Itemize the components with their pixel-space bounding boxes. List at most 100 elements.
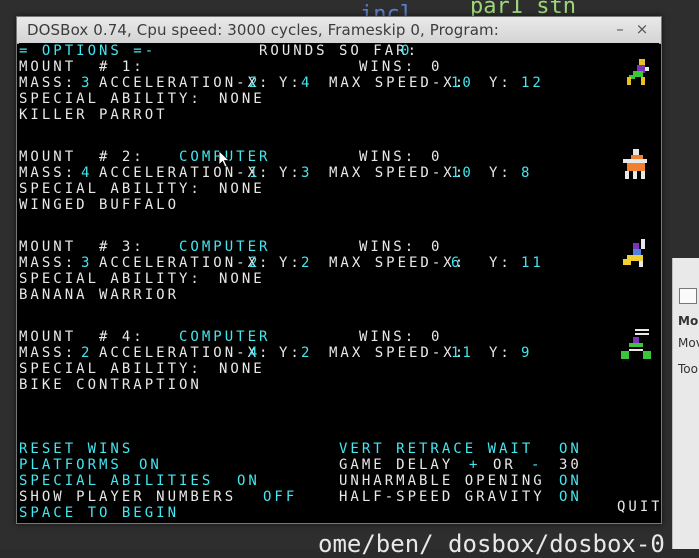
ability-value: NONE bbox=[219, 91, 265, 107]
max-speed-y-label: Y: bbox=[489, 255, 512, 271]
show-numbers-label[interactable]: SHOW PLAYER NUMBERS bbox=[19, 489, 236, 505]
mass-label: MASS: bbox=[19, 255, 77, 271]
special-abilities-label[interactable]: SPECIAL ABILITIES bbox=[19, 473, 213, 489]
ability-label: SPECIAL ABILITY: bbox=[19, 271, 202, 287]
platforms-value[interactable]: ON bbox=[139, 457, 162, 473]
mount-label: MOUNT # 3: bbox=[19, 239, 145, 255]
accel-y-label: Y: bbox=[279, 345, 302, 361]
panel-line-2: Mov bbox=[678, 336, 699, 350]
accel-y-label: Y: bbox=[279, 165, 302, 181]
accel-y-value: 2 bbox=[301, 255, 313, 271]
rounds-label: ROUNDS SO FAR: bbox=[259, 43, 420, 59]
wins-label: WINS: bbox=[359, 329, 417, 345]
max-speed-y-value: 8 bbox=[521, 165, 533, 181]
buffalo-rider-icon[interactable] bbox=[619, 147, 655, 183]
mass-value: 2 bbox=[81, 345, 93, 361]
rounds-value: 0 bbox=[401, 43, 413, 59]
minimize-button[interactable]: – bbox=[611, 20, 629, 38]
show-numbers-value[interactable]: OFF bbox=[263, 489, 297, 505]
banana-rider-icon[interactable] bbox=[619, 237, 655, 273]
dos-screen[interactable]: = OPTIONS =- ROUNDS SO FAR: 0 MOUNT # 1:… bbox=[19, 43, 659, 521]
ability-value: NONE bbox=[219, 271, 265, 287]
vert-retrace-label[interactable]: VERT RETRACE WAIT bbox=[339, 441, 533, 457]
half-speed-gravity-label[interactable]: HALF-SPEED GRAVITY bbox=[339, 489, 545, 505]
accel-x-value: 2 bbox=[249, 255, 261, 271]
mount-name: BANANA WARRIOR bbox=[19, 287, 180, 303]
mouse-cursor-icon bbox=[219, 151, 231, 168]
options-header: = OPTIONS =- bbox=[19, 43, 157, 59]
vert-retrace-value[interactable]: ON bbox=[559, 441, 582, 457]
max-speed-label: MAX SPEED-X: bbox=[329, 75, 467, 91]
max-speed-y-label: Y: bbox=[489, 75, 512, 91]
accel-label: ACCELERATION-X: bbox=[99, 345, 271, 361]
panel-line-3: Too bbox=[678, 362, 698, 376]
max-speed-x-value: 11 bbox=[451, 345, 474, 361]
reset-wins-option[interactable]: RESET WINS bbox=[19, 441, 133, 457]
ability-value: NONE bbox=[219, 181, 265, 197]
special-abilities-value[interactable]: ON bbox=[237, 473, 260, 489]
accel-label: ACCELERATION-X: bbox=[99, 165, 271, 181]
mount-label: MOUNT # 1: bbox=[19, 59, 145, 75]
background-side-panel[interactable]: Mo Mov Too bbox=[672, 258, 699, 549]
accel-y-value: 4 bbox=[301, 75, 313, 91]
unharmable-value[interactable]: ON bbox=[559, 473, 582, 489]
max-speed-label: MAX SPEED-X: bbox=[329, 165, 467, 181]
wins-value: 0 bbox=[431, 329, 443, 345]
game-delay-value: 30 bbox=[559, 457, 582, 473]
unharmable-label[interactable]: UNHARMABLE OPENING bbox=[339, 473, 545, 489]
window-titlebar[interactable]: DOSBox 0.74, Cpu speed: 3000 cycles, Fra… bbox=[17, 17, 661, 44]
ability-label: SPECIAL ABILITY: bbox=[19, 91, 202, 107]
mass-label: MASS: bbox=[19, 75, 77, 91]
space-to-begin[interactable]: SPACE TO BEGIN bbox=[19, 505, 179, 521]
editor-bottom-path-text: ome/ben/ dosbox/dosbox-0 bbox=[318, 530, 665, 558]
mount-controller: COMPUTER bbox=[179, 329, 271, 345]
max-speed-y-value: 12 bbox=[521, 75, 544, 91]
max-speed-x-value: 6 bbox=[451, 255, 463, 271]
mount-label: MOUNT # 4: bbox=[19, 329, 145, 345]
accel-y-label: Y: bbox=[279, 255, 302, 271]
max-speed-x-value: 10 bbox=[451, 165, 474, 181]
mount-name: KILLER PARROT bbox=[19, 107, 168, 123]
max-speed-y-value: 11 bbox=[521, 255, 544, 271]
accel-label: ACCELERATION-X: bbox=[99, 255, 271, 271]
max-speed-x-value: 10 bbox=[451, 75, 474, 91]
accel-y-label: Y: bbox=[279, 75, 302, 91]
quit-option[interactable]: QUIT bbox=[617, 499, 659, 515]
game-delay-plus[interactable]: + bbox=[469, 457, 480, 473]
bike-rider-icon[interactable] bbox=[619, 327, 655, 363]
close-button[interactable]: × bbox=[633, 20, 651, 38]
max-speed-y-value: 9 bbox=[521, 345, 533, 361]
platforms-label[interactable]: PLATFORMS bbox=[19, 457, 122, 473]
wins-label: WINS: bbox=[359, 149, 417, 165]
accel-x-value: 2 bbox=[249, 75, 261, 91]
wins-value: 0 bbox=[431, 149, 443, 165]
parrot-rider-icon[interactable] bbox=[619, 55, 655, 91]
game-delay-or: OR bbox=[493, 457, 516, 473]
mass-label: MASS: bbox=[19, 345, 77, 361]
dosbox-window[interactable]: DOSBox 0.74, Cpu speed: 3000 cycles, Fra… bbox=[16, 16, 662, 524]
max-speed-label: MAX SPEED-X: bbox=[329, 345, 467, 361]
game-delay-label[interactable]: GAME DELAY bbox=[339, 457, 453, 473]
panel-grid-icon[interactable] bbox=[679, 288, 697, 304]
window-title: DOSBox 0.74, Cpu speed: 3000 cycles, Fra… bbox=[27, 21, 499, 39]
mount-label: MOUNT # 2: bbox=[19, 149, 145, 165]
accel-y-value: 2 bbox=[301, 345, 313, 361]
half-speed-gravity-value[interactable]: ON bbox=[559, 489, 582, 505]
max-speed-label: MAX SPEED-X: bbox=[329, 255, 467, 271]
wins-label: WINS: bbox=[359, 239, 417, 255]
mass-value: 4 bbox=[81, 165, 93, 181]
mount-name: WINGED BUFFALO bbox=[19, 197, 180, 213]
mass-value: 3 bbox=[81, 255, 93, 271]
ability-value: NONE bbox=[219, 361, 265, 377]
max-speed-y-label: Y: bbox=[489, 165, 512, 181]
game-delay-minus[interactable]: - bbox=[531, 457, 542, 473]
accel-label: ACCELERATION-X: bbox=[99, 75, 271, 91]
accel-x-value: 1 bbox=[249, 165, 261, 181]
max-speed-y-label: Y: bbox=[489, 345, 512, 361]
accel-x-value: 4 bbox=[249, 345, 261, 361]
mass-value: 3 bbox=[81, 75, 93, 91]
mount-controller: COMPUTER bbox=[179, 239, 271, 255]
accel-y-value: 3 bbox=[301, 165, 313, 181]
mass-label: MASS: bbox=[19, 165, 77, 181]
panel-line-1: Mo bbox=[678, 314, 699, 328]
